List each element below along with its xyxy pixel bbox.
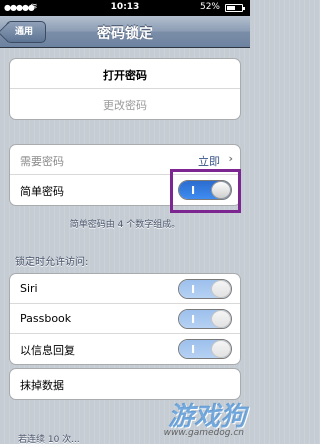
toggle-on-indicator: I [191,283,196,296]
toggle-on-indicator: I [191,313,196,326]
turn-on-passcode-row[interactable]: 打开密码 [10,59,240,89]
toggle-knob [211,310,231,328]
simple-passcode-label: 简单密码 [20,185,64,198]
passbook-label: Passbook [20,312,72,325]
toggle-knob [211,340,231,358]
status-bar: ●●●●● ≋ 10:13 52% [0,0,250,16]
siri-toggle[interactable]: I [178,279,232,299]
toggle-knob [211,280,231,298]
require-passcode-value: 立即 [198,155,220,168]
passbook-toggle[interactable]: I [178,309,232,329]
change-passcode-label: 更改密码 [103,99,147,112]
allow-access-header: 锁定时允许访问: [15,257,89,268]
erase-data-label: 抹掉数据 [20,379,64,392]
battery-icon [225,4,245,12]
reply-with-message-row: 以信息回复 I [10,334,240,364]
chevron-right-icon: › [228,152,233,165]
toggle-on-indicator: I [191,343,196,356]
change-passcode-row: 更改密码 [10,89,240,119]
passcode-actions-group: 打开密码 更改密码 [9,58,241,120]
turn-on-passcode-label: 打开密码 [103,69,147,82]
reply-with-message-toggle[interactable]: I [178,339,232,359]
page-title: 密码锁定 [97,26,153,42]
watermark-url: www.gamedog.cn [163,428,244,438]
passbook-row: Passbook I [10,304,240,334]
simple-passcode-footnote: 简单密码由 4 个数字组成。 [69,220,181,230]
allow-access-group: Siri I Passbook I 以信息回复 I [9,273,241,365]
siri-label: Siri [20,282,38,295]
navigation-bar: 通用 密码锁定 [0,16,250,48]
battery-percentage: 52% [199,2,220,12]
erase-data-row: 抹掉数据 [10,369,240,399]
highlight-annotation-box [170,169,241,213]
require-passcode-label: 需要密码 [20,155,64,168]
battery-fill [227,6,236,10]
siri-row: Siri I [10,274,240,304]
reply-with-message-label: 以信息回复 [20,344,75,357]
